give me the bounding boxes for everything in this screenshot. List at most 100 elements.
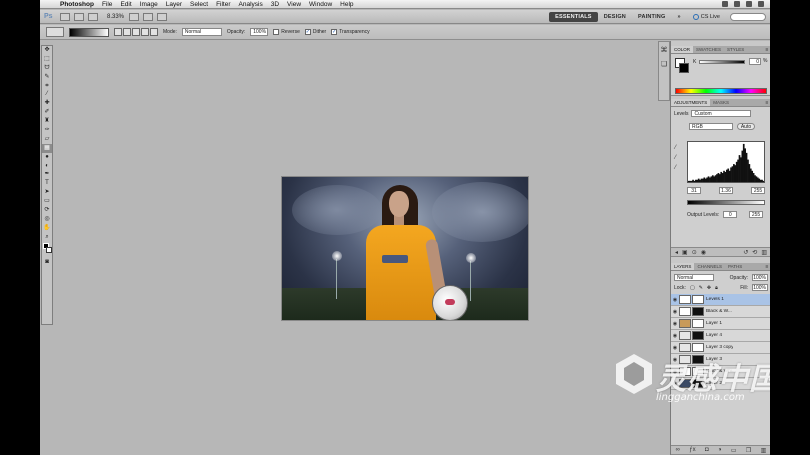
new-group-icon[interactable]: ▭ [731,447,737,454]
color-swatches[interactable] [42,242,52,258]
battery-icon[interactable] [746,1,752,7]
opacity-field[interactable]: 100% [250,28,269,36]
delete-adjustment-icon[interactable]: ▥ [761,249,767,256]
expanded-view-icon[interactable]: ▣ [682,249,688,256]
panel-menu-icon[interactable]: ≡ [763,264,770,270]
tab-channels[interactable]: CHANNELS [694,263,725,270]
tab-color[interactable]: COLOR [671,46,694,53]
zoom-level[interactable]: 8.33% [102,14,129,20]
radial-gradient-icon[interactable] [123,28,131,36]
menu-edit[interactable]: Edit [116,1,135,8]
color-background-swatch[interactable] [679,63,689,73]
input-black-field[interactable]: 31 [687,187,701,194]
3d-orbit-tool-icon[interactable]: ◎ [42,215,52,224]
layer-mask-thumbnail[interactable] [692,331,704,340]
transparency-option[interactable]: ✓ Transparency [331,29,370,35]
healing-brush-tool-icon[interactable]: ✚ [42,99,52,108]
3d-rotate-tool-icon[interactable]: ⟳ [42,206,52,215]
layer-opacity-field[interactable]: 100% [752,274,768,281]
shape-tool-icon[interactable]: ▭ [42,197,52,206]
history-panel-icon[interactable]: ⌘ [659,46,669,56]
dither-option[interactable]: ✓ Dither [304,29,326,35]
workspace-essentials[interactable]: ESSENTIALS [549,11,598,22]
layer-mask-thumbnail[interactable] [692,319,704,328]
transparency-checkbox[interactable]: ✓ [331,29,338,35]
tab-layers[interactable]: LAYERS [671,263,695,270]
reflected-gradient-icon[interactable] [141,28,149,36]
fill-field[interactable]: 100% [752,284,768,291]
menu-view[interactable]: View [283,1,305,8]
layer-style-icon[interactable]: ƒx [689,447,695,453]
quick-select-tool-icon[interactable]: ✎ [42,73,52,82]
black-point-eyedropper-icon[interactable]: ⁄ [675,145,685,155]
layer-thumbnail[interactable] [679,295,691,304]
marquee-tool-icon[interactable]: ⬚ [42,55,52,64]
new-layer-icon[interactable]: ❐ [746,447,751,454]
tool-preset-picker[interactable] [46,27,64,37]
document-canvas[interactable] [282,177,528,320]
output-black-field[interactable]: 0 [723,211,738,218]
reverse-option[interactable]: Reverse [273,29,300,35]
arrange-documents-icon[interactable] [143,12,154,21]
menu-select[interactable]: Select [186,1,212,8]
new-adjustment-icon[interactable]: ◑ [718,447,722,453]
menu-window[interactable]: Window [305,1,336,8]
delete-layer-icon[interactable]: ▥ [761,447,767,454]
lock-position-icon[interactable]: ✥ [707,285,711,291]
minibridge-icon[interactable] [74,12,84,21]
gradient-picker[interactable] [69,27,109,37]
layer-mask-thumbnail[interactable] [692,307,704,316]
search-input[interactable] [730,12,766,21]
path-select-tool-icon[interactable]: ➤ [42,188,52,197]
layer-thumbnail[interactable] [679,331,691,340]
volume-icon[interactable] [734,1,740,7]
workspace-design[interactable]: DESIGN [598,12,632,22]
layer-thumbnail[interactable] [679,343,691,352]
layer-thumbnail[interactable] [679,307,691,316]
linear-gradient-icon[interactable] [114,28,122,36]
lock-all-icon[interactable]: 🔒︎ [715,285,718,291]
eye-icon[interactable]: ◉ [671,309,679,315]
input-gamma-field[interactable]: 1.36 [719,187,733,194]
eye-icon[interactable]: ◉ [671,333,679,339]
k-slider[interactable] [699,60,745,64]
tab-adjustments[interactable]: ADJUSTMENTS [671,99,711,106]
blur-tool-icon[interactable]: ● [42,153,52,162]
clone-stamp-tool-icon[interactable]: ♜ [42,117,52,126]
history-brush-tool-icon[interactable]: ✑ [42,126,52,135]
return-to-list-icon[interactable]: ◂ [675,249,678,256]
levels-preset-select[interactable]: Custom [691,110,752,117]
zoom-tool-icon[interactable]: ⌕ [42,233,52,242]
reset-icon[interactable]: ⟲ [752,249,757,256]
output-levels-slider[interactable] [687,200,765,205]
tab-masks[interactable]: MASKS [710,99,732,106]
lock-transparent-icon[interactable]: ▢ [690,285,695,291]
menu-app-name[interactable]: Photoshop [56,1,98,8]
mode-select[interactable]: Normal [181,28,222,36]
eye-icon[interactable]: ◉ [671,321,679,327]
eyedropper-tool-icon[interactable]: ⁄ [42,90,52,99]
layer-mask-thumbnail[interactable] [692,295,704,304]
actions-panel-icon[interactable]: ❏ [659,60,669,70]
hand-icon[interactable] [88,12,98,21]
background-color[interactable] [46,246,52,253]
menu-analysis[interactable]: Analysis [235,1,267,8]
menu-3d[interactable]: 3D [267,1,283,8]
eye-icon[interactable]: ◉ [671,345,679,351]
layer-thumbnail[interactable] [679,319,691,328]
menu-layer[interactable]: Layer [162,1,186,8]
panel-menu-icon[interactable]: ≡ [763,100,770,106]
tab-paths[interactable]: PATHS [725,263,745,270]
output-white-field[interactable]: 255 [749,211,763,218]
visibility-icon[interactable]: ◉ [701,249,706,256]
channel-select[interactable]: RGB [689,123,733,130]
white-point-eyedropper-icon[interactable]: ⁄ [675,165,685,175]
input-white-field[interactable]: 255 [751,187,765,194]
type-tool-icon[interactable]: T [42,179,52,188]
link-layers-icon[interactable]: ∞ [676,447,680,453]
auto-button[interactable]: Auto [737,123,755,130]
hand-tool-icon[interactable]: ✋ [42,224,52,233]
move-tool-icon[interactable]: ✥ [42,46,52,55]
eraser-tool-icon[interactable]: ▱ [42,135,52,144]
cs-live[interactable]: CS Live [687,13,726,20]
